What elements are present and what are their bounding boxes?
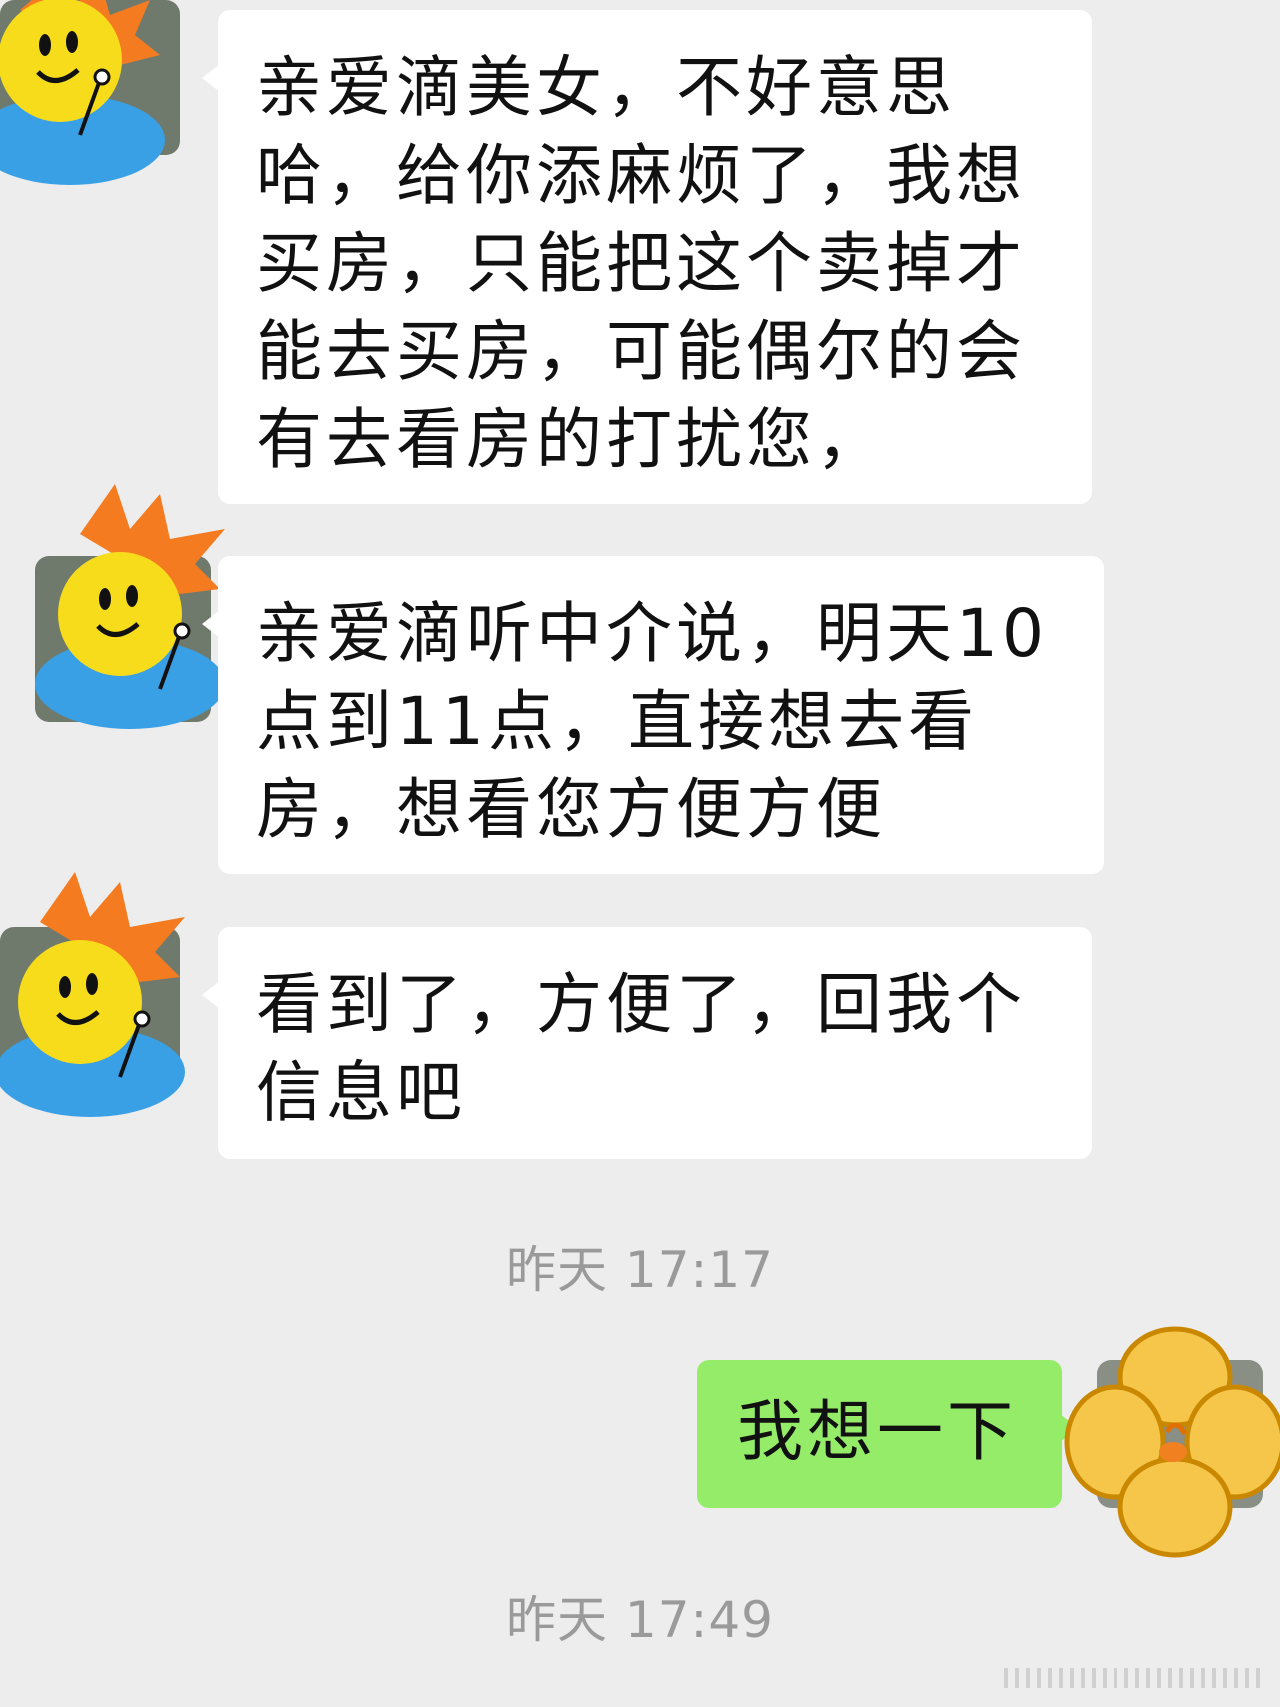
message-text: 亲爱滴美女，不好意思哈，给你添麻烦了，我想买房，只能把这个卖掉才能去买房，可能偶… <box>256 49 1026 478</box>
message-text: 亲爱滴听中介说，明天10点到11点，直接想去看房，想看您方便方便 <box>256 595 1048 848</box>
message-text: 我想一下 <box>737 1393 1017 1470</box>
message-text: 看到了，方便了，回我个信息吧 <box>256 966 1026 1131</box>
cartoon-boy-icon <box>35 484 225 729</box>
bubble-tail <box>202 64 220 92</box>
flower-icon <box>1064 1326 1280 1558</box>
bubble-tail <box>202 981 220 1009</box>
contact-avatar[interactable] <box>0 0 180 185</box>
self-avatar[interactable] <box>1064 1326 1280 1558</box>
timestamp: 昨天 17:49 <box>506 1591 774 1649</box>
bubble-tail <box>202 610 220 638</box>
contact-avatar[interactable] <box>0 872 185 1117</box>
message-bubble-2[interactable]: 亲爱滴听中介说，明天10点到11点，直接想去看房，想看您方便方便 <box>202 556 1104 874</box>
timestamp: 昨天 17:17 <box>506 1241 774 1299</box>
cartoon-boy-icon <box>0 0 165 185</box>
contact-avatar[interactable] <box>35 484 225 729</box>
message-bubble-3[interactable]: 看到了，方便了，回我个信息吧 <box>202 927 1092 1159</box>
cartoon-boy-icon <box>0 872 185 1117</box>
home-indicator <box>1004 1668 1260 1688</box>
message-bubble-1[interactable]: 亲爱滴美女，不好意思哈，给你添麻烦了，我想买房，只能把这个卖掉才能去买房，可能偶… <box>202 10 1092 504</box>
message-bubble-4[interactable]: 我想一下 <box>697 1360 1078 1508</box>
